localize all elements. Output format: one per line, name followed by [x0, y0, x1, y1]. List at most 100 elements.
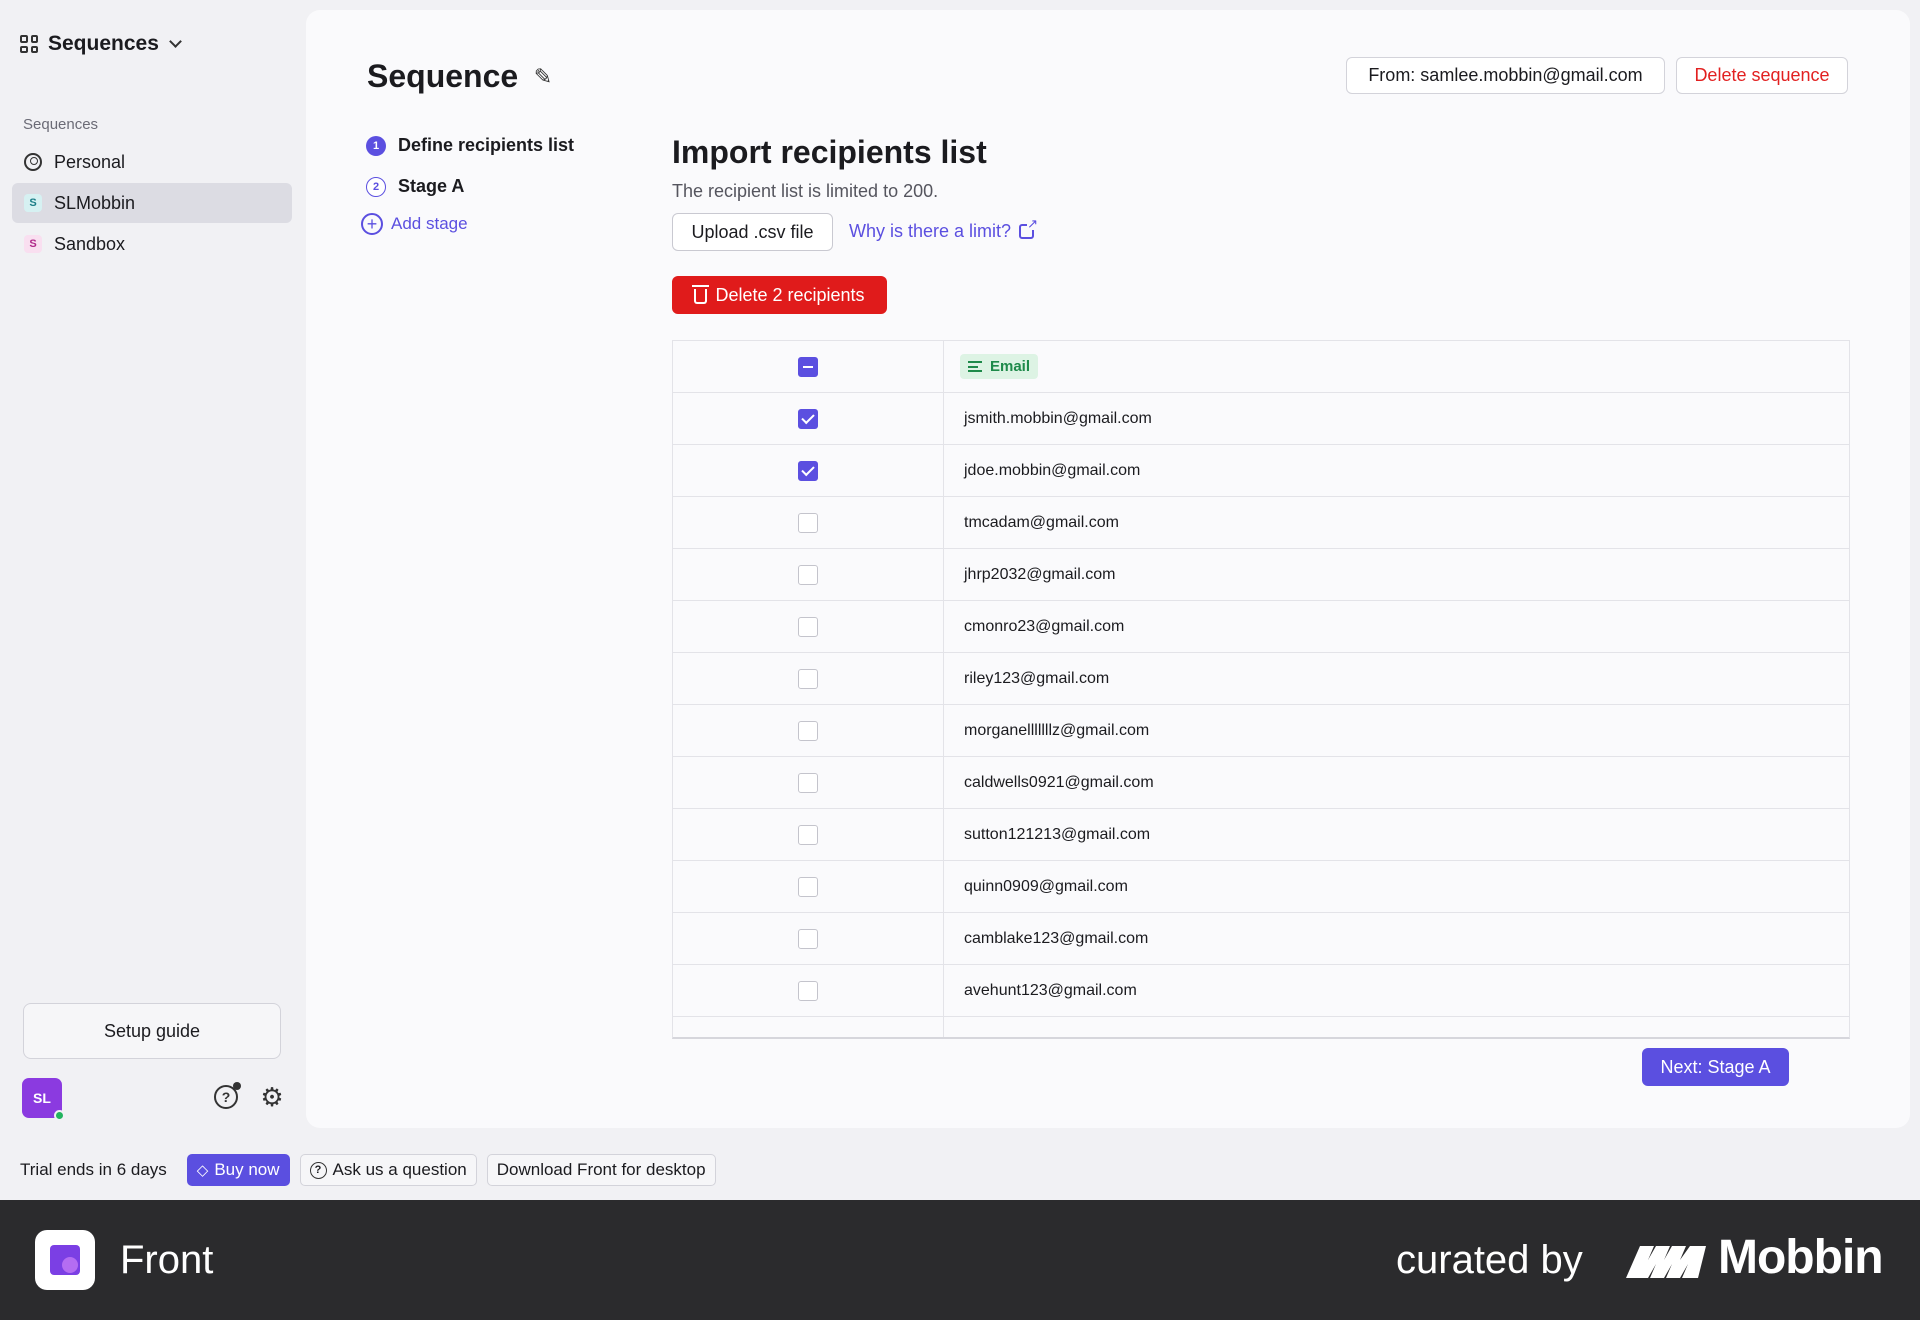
- curated-by-text: curated by: [1396, 1238, 1583, 1282]
- table-row: riley123@gmail.com: [673, 653, 1849, 705]
- sidebar-item-label: SLMobbin: [54, 192, 136, 213]
- table-row: camblake123@gmail.com: [673, 913, 1849, 965]
- footer-banner: Front curated by Mobbin: [0, 1200, 1920, 1320]
- diamond-icon: ◇: [196, 1162, 209, 1179]
- front-logo-icon: [35, 1230, 95, 1290]
- external-link-icon: [1019, 217, 1039, 239]
- step-define-recipients[interactable]: 1 Define recipients list: [366, 125, 574, 166]
- step-label: Stage A: [398, 176, 465, 196]
- row-checkbox[interactable]: [798, 720, 818, 741]
- from-address-button[interactable]: From: samlee.mobbin@gmail.com: [1346, 57, 1665, 94]
- email-cell[interactable]: cmonro23@gmail.com: [944, 601, 1849, 652]
- row-checkbox[interactable]: [798, 564, 818, 585]
- row-checkbox[interactable]: [798, 980, 818, 1001]
- workspace-title: Sequences: [48, 32, 159, 55]
- online-status-dot: [54, 1110, 65, 1121]
- email-cell[interactable]: riley123@gmail.com: [944, 653, 1849, 704]
- step-stage-a[interactable]: 2 Stage A: [366, 166, 574, 207]
- email-cell[interactable]: quinn0909@gmail.com: [944, 861, 1849, 912]
- sidebar-section-label: Sequences: [23, 116, 99, 133]
- table-row: quinn0909@gmail.com: [673, 861, 1849, 913]
- delete-recipients-button[interactable]: Delete 2 recipients: [672, 276, 887, 314]
- table-row: jsmith.mobbin@gmail.com: [673, 393, 1849, 445]
- upload-csv-button[interactable]: Upload .csv file: [672, 213, 833, 251]
- section-title: Import recipients list: [672, 134, 987, 170]
- email-cell[interactable]: tmcadam@gmail.com: [944, 497, 1849, 548]
- trial-bar: Trial ends in 6 days ◇ Buy now ? Ask us …: [20, 1154, 716, 1186]
- text-lines-icon: [968, 361, 982, 372]
- setup-guide-button[interactable]: Setup guide: [23, 1003, 281, 1059]
- sidebar-item-sandbox[interactable]: S Sandbox: [12, 224, 292, 264]
- email-cell[interactable]: morganelllllllz@gmail.com: [944, 705, 1849, 756]
- row-checkbox[interactable]: [798, 772, 818, 793]
- workspace-badge: S: [24, 194, 42, 212]
- grid-icon: [20, 35, 38, 53]
- email-cell[interactable]: jdoe.mobbin@gmail.com: [944, 445, 1849, 496]
- question-icon: ?: [309, 1161, 327, 1179]
- mobbin-logo-icon: [1626, 1246, 1706, 1278]
- add-stage-button[interactable]: + Add stage: [361, 213, 468, 235]
- download-desktop-button[interactable]: Download Front for desktop: [486, 1154, 716, 1186]
- row-checkbox[interactable]: [798, 512, 818, 533]
- email-column-header[interactable]: Email: [960, 354, 1039, 379]
- row-checkbox[interactable]: [798, 928, 818, 949]
- gear-icon[interactable]: ⚙: [259, 1084, 285, 1110]
- add-stage-label: Add stage: [391, 214, 468, 233]
- person-icon: [24, 153, 42, 171]
- recipients-table: Email jsmith.mobbin@gmail.com jdoe.mobbi…: [672, 340, 1850, 1039]
- buy-now-label: Buy now: [214, 1160, 280, 1179]
- section-subtitle: The recipient list is limited to 200.: [672, 181, 939, 201]
- sidebar-item-slmobbin[interactable]: S SLMobbin: [12, 183, 292, 223]
- why-limit-label: Why is there a limit?: [849, 221, 1012, 241]
- row-checkbox[interactable]: [798, 824, 818, 845]
- email-cell[interactable]: sutton121213@gmail.com: [944, 809, 1849, 860]
- step-number: 1: [366, 135, 386, 156]
- row-checkbox[interactable]: [798, 408, 818, 429]
- email-cell[interactable]: caldwells0921@gmail.com: [944, 757, 1849, 808]
- workspace-badge: S: [24, 235, 42, 253]
- page-title: Sequence: [367, 58, 519, 94]
- table-row: [673, 1017, 1849, 1037]
- table-row: jhrp2032@gmail.com: [673, 549, 1849, 601]
- chevron-down-icon: [169, 35, 182, 48]
- row-checkbox[interactable]: [798, 668, 818, 689]
- help-icon[interactable]: ?: [214, 1082, 241, 1109]
- step-label: Define recipients list: [398, 135, 575, 155]
- workspace-switcher[interactable]: Sequences: [20, 32, 182, 56]
- sidebar-item-label: Sandbox: [54, 233, 126, 254]
- ask-question-label: Ask us a question: [332, 1160, 467, 1179]
- row-checkbox[interactable]: [798, 616, 818, 637]
- sidebar-item-label: Personal: [54, 151, 126, 172]
- email-cell[interactable]: jsmith.mobbin@gmail.com: [944, 393, 1849, 444]
- why-limit-link[interactable]: Why is there a limit?: [849, 217, 1039, 242]
- delete-sequence-button[interactable]: Delete sequence: [1676, 57, 1848, 94]
- email-cell[interactable]: camblake123@gmail.com: [944, 913, 1849, 964]
- table-row: caldwells0921@gmail.com: [673, 757, 1849, 809]
- step-number: 2: [366, 176, 386, 197]
- table-row: morganelllllllz@gmail.com: [673, 705, 1849, 757]
- sidebar-item-personal[interactable]: Personal: [12, 142, 292, 182]
- row-checkbox[interactable]: [798, 460, 818, 481]
- email-cell[interactable]: [944, 1017, 1849, 1037]
- email-cell[interactable]: avehunt123@gmail.com: [944, 965, 1849, 1016]
- table-row: cmonro23@gmail.com: [673, 601, 1849, 653]
- app-name: Front: [120, 1238, 214, 1282]
- next-stage-button[interactable]: Next: Stage A: [1642, 1048, 1789, 1086]
- sidebar-list: Personal S SLMobbin S Sandbox: [12, 142, 292, 265]
- avatar-initials: SL: [33, 1090, 51, 1106]
- delete-recipients-label: Delete 2 recipients: [715, 284, 865, 305]
- trash-icon: [692, 285, 710, 304]
- email-cell[interactable]: jhrp2032@gmail.com: [944, 549, 1849, 600]
- column-header-label: Email: [990, 358, 1031, 375]
- buy-now-button[interactable]: ◇ Buy now: [186, 1154, 290, 1186]
- notification-dot: [233, 1082, 241, 1090]
- avatar[interactable]: SL: [22, 1078, 65, 1121]
- pencil-icon[interactable]: ✎: [530, 64, 556, 90]
- stage-steps: 1 Define recipients list 2 Stage A: [366, 125, 574, 207]
- table-row: avehunt123@gmail.com: [673, 965, 1849, 1017]
- table-row: sutton121213@gmail.com: [673, 809, 1849, 861]
- row-checkbox[interactable]: [798, 876, 818, 897]
- ask-question-button[interactable]: ? Ask us a question: [299, 1154, 477, 1186]
- select-all-checkbox[interactable]: [798, 356, 818, 377]
- trial-text: Trial ends in 6 days: [20, 1160, 167, 1179]
